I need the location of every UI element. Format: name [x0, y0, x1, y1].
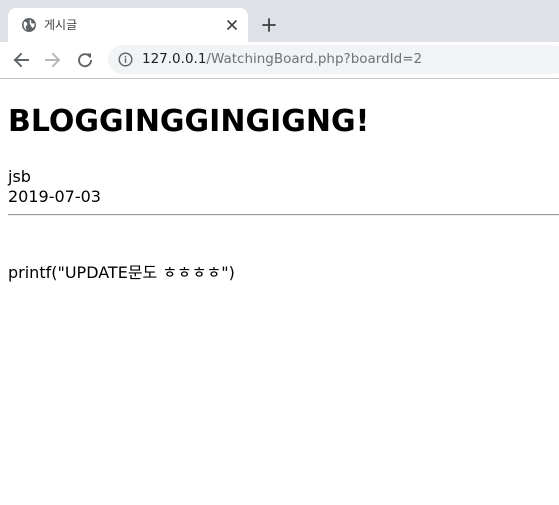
divider: [8, 214, 559, 216]
tab-title: 게시글: [44, 18, 78, 32]
back-arrow-icon[interactable]: [11, 50, 31, 70]
plus-icon[interactable]: [259, 15, 279, 35]
page-content: BLOGGINGGINGIGNG! jsb 2019-07-03 printf(…: [0, 79, 559, 505]
browser-chrome: 게시글 127.0.0.1/WatchingBoard.php?boardId=…: [0, 0, 559, 79]
globe-icon: [21, 17, 37, 33]
reload-icon[interactable]: [75, 50, 95, 70]
tab-active[interactable]: 게시글: [8, 8, 248, 42]
tab-strip: 게시글: [0, 0, 559, 42]
post-author: jsb: [8, 167, 31, 186]
close-icon[interactable]: [224, 17, 240, 33]
post-title: BLOGGINGGINGIGNG!: [8, 104, 370, 139]
url-path: /WatchingBoard.php?boardId=2: [206, 51, 423, 67]
url-text: 127.0.0.1/WatchingBoard.php?boardId=2: [142, 51, 422, 68]
post-body: printf("UPDATE문도 ㅎㅎㅎㅎ"): [8, 263, 235, 282]
address-bar[interactable]: 127.0.0.1/WatchingBoard.php?boardId=2: [108, 45, 559, 74]
url-host: 127.0.0.1: [142, 51, 207, 67]
forward-arrow-icon[interactable]: [43, 50, 63, 70]
browser-toolbar: 127.0.0.1/WatchingBoard.php?boardId=2: [0, 42, 559, 79]
info-icon[interactable]: [118, 52, 133, 67]
post-date: 2019-07-03: [8, 187, 101, 206]
